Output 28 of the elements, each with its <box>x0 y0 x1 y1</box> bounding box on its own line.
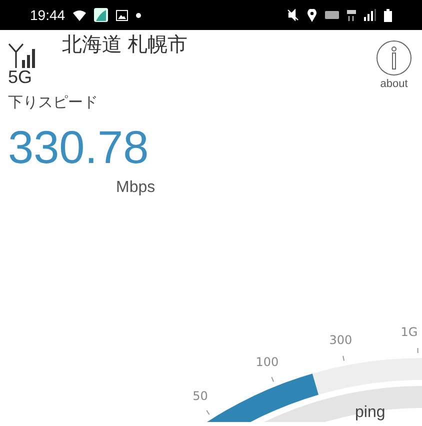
tick-mark <box>206 410 210 416</box>
ping-label: ping <box>355 404 386 422</box>
speed-value: 330.78 <box>8 124 150 170</box>
speed-unit: Mbps <box>116 178 156 198</box>
tick-label: 300 <box>329 333 352 348</box>
tick-label: 100 <box>256 355 279 370</box>
speed-label: 下りスピード <box>8 92 99 113</box>
tick-mark <box>342 356 345 362</box>
location-icon <box>307 8 317 22</box>
signal-icon <box>364 9 376 21</box>
image-icon <box>116 10 128 20</box>
status-time: 19:44 <box>30 6 66 24</box>
wifi-icon <box>73 10 86 20</box>
mute-icon <box>287 9 299 21</box>
about-button[interactable]: about <box>376 40 412 200</box>
tick-mark <box>271 376 274 383</box>
info-icon <box>376 40 412 76</box>
dot-icon <box>136 12 142 18</box>
antenna-signal-icon <box>8 42 38 68</box>
location-text: 北海道 札幌市 <box>62 34 188 56</box>
app-icon <box>94 8 108 22</box>
tick-mark <box>417 348 418 354</box>
battery-icon <box>384 8 392 22</box>
network-5g-icon <box>347 9 356 21</box>
tick-label: 50 <box>192 390 208 404</box>
network-type: 5G <box>8 68 34 88</box>
tick-label: 1G <box>400 325 418 340</box>
volte-icon <box>325 11 339 19</box>
